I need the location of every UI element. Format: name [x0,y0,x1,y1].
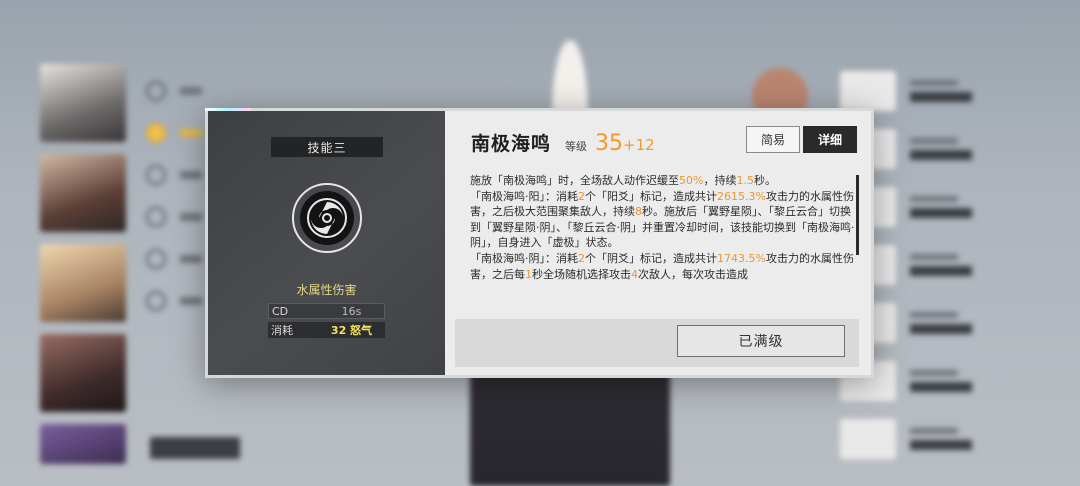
highlight-value: 2 [578,251,585,265]
nav-item [146,238,202,280]
highlight-value: 8 [635,205,642,219]
skill-title-row: 南极海鸣 等级 35 +12 [471,129,655,156]
skill-detail-dialog: 技能三 水属性伤害 CD 16s 消耗 32 怒气 南极海鸣 等级 35 +12… [205,108,874,378]
description-text: 「南极海鸣·阴」：消耗 [470,251,578,265]
description-text: 个「阳爻」标记，造成共计 [585,189,717,203]
skill-name: 南极海鸣 [471,133,552,155]
nav-item [146,154,202,196]
highlight-value: 4 [631,267,638,281]
description-text: 个「阴爻」标记，造成共计 [585,251,717,265]
description-text: 秒全场随机选择攻击 [532,267,631,281]
level-bonus: +12 [623,136,655,154]
level-value: 35 [595,131,624,156]
character-card [40,154,126,232]
highlight-value: 2615.3% [717,189,766,203]
cooldown-value: 16s [341,304,362,318]
level-label: 等级 [565,140,588,153]
nav-item [146,196,202,238]
max-level-button[interactable]: 已满级 [677,325,845,357]
highlight-value: 2 [578,189,585,203]
detail-mode-button[interactable]: 详细 [803,126,857,153]
description-text: ，持续 [703,174,737,187]
description-text: 施放「南极海鸣」时，全场敌人动作迟缓至 [470,174,679,187]
skill-description[interactable]: 施放「南极海鸣」时，全场敌人动作迟缓至50%，持续1.5秒。 「南极海鸣·阳」：… [470,173,856,288]
side-nav [146,70,202,322]
element-type: 水属性伤害 [296,283,357,297]
description-text: 次敌人，每次攻击造成 [638,267,748,281]
skill-detail-panel: 南极海鸣 等级 35 +12 简易 详细 施放「南极海鸣」时，全场敌人动作迟缓至… [445,111,871,375]
description-scrollbar[interactable] [856,175,859,255]
bottom-pill [150,437,240,459]
description-text: 秒。 [753,174,776,187]
character-card [40,244,126,322]
highlight-value: 1743.5% [717,251,766,265]
cost-value: 32 怒气 [330,324,373,337]
skill-summary-panel: 技能三 水属性伤害 CD 16s 消耗 32 怒气 [208,111,445,375]
skill-slot-label: 技能三 [271,137,383,157]
cooldown-row: CD 16s [268,303,385,319]
water-swirl-icon [292,183,362,253]
character-list [40,64,130,476]
highlight-value: 1.5 [736,174,754,187]
cost-label: 消耗 [271,324,293,337]
character-card [40,424,126,464]
dialog-footer: 已满级 [455,319,859,367]
cooldown-label: CD [272,304,289,318]
simple-mode-button[interactable]: 简易 [746,126,800,153]
description-paragraph: 施放「南极海鸣」时，全场敌人动作迟缓至50%，持续1.5秒。 [470,173,856,189]
description-text: 「南极海鸣·阳」：消耗 [470,189,578,203]
nav-item [146,70,202,112]
highlight-value: 50% [679,174,704,187]
description-paragraph: 「南极海鸣·阴」：消耗2个「阴爻」标记，造成共计1743.5%攻击力的水属性伤害… [470,251,856,282]
right-list-item [840,410,1040,468]
nav-item [146,280,202,322]
highlight-value: 1 [525,267,532,281]
description-mode-toggle: 简易 详细 [746,126,857,153]
cost-row: 消耗 32 怒气 [268,322,385,338]
nav-item-active [146,112,202,154]
character-card [40,64,126,142]
character-card [40,334,126,412]
description-paragraph: 「南极海鸣·阳」：消耗2个「阳爻」标记，造成共计2615.3%攻击力的水属性伤害… [470,189,856,251]
